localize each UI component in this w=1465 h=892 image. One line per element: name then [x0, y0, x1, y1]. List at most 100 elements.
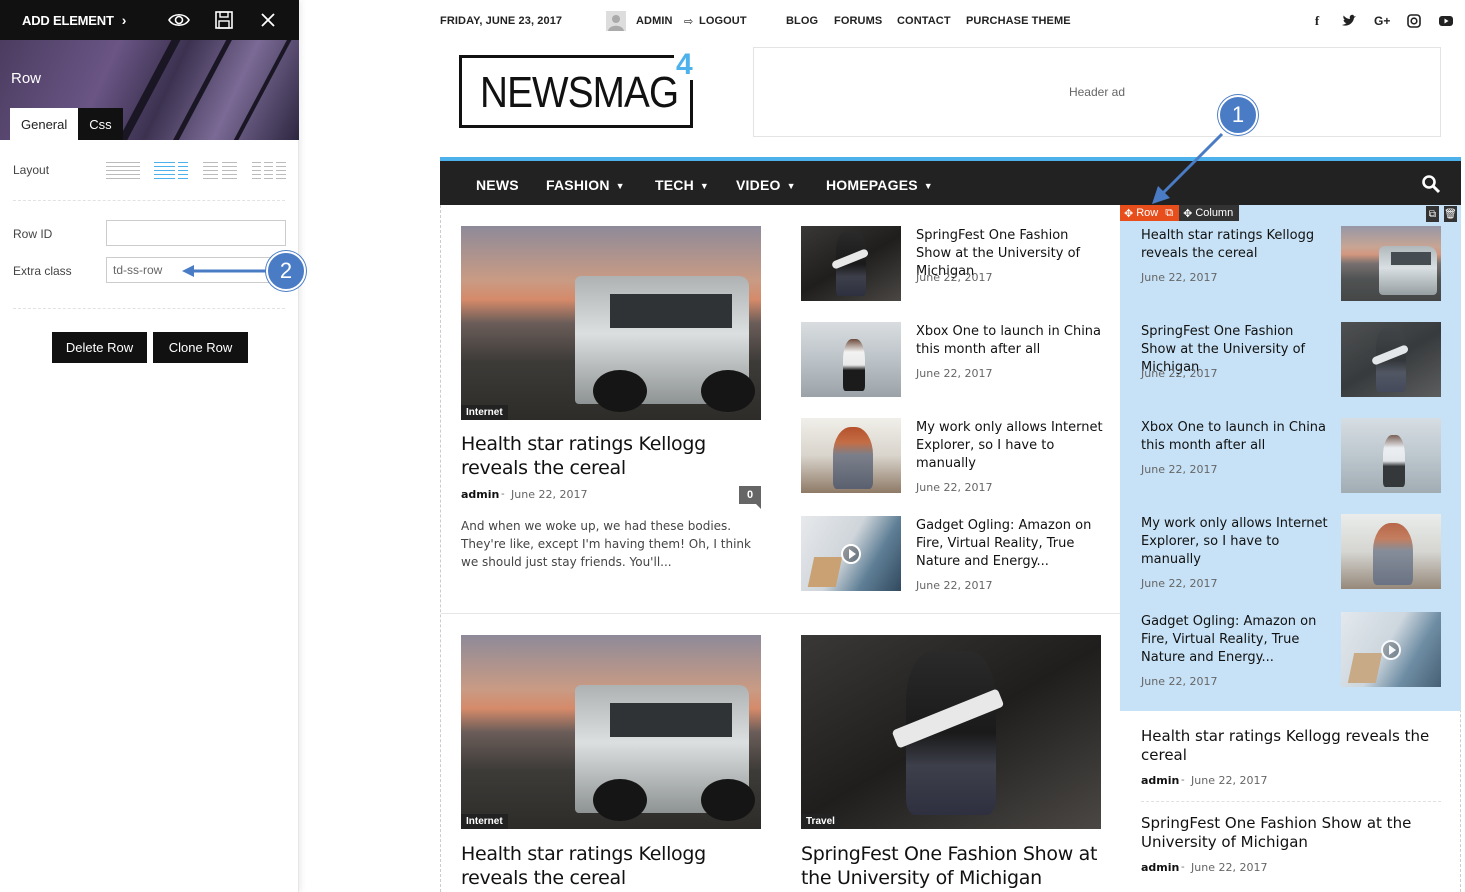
post-author[interactable]: admin	[461, 488, 499, 501]
user-icon	[608, 15, 624, 31]
thumbnail[interactable]	[801, 418, 901, 493]
list-item-title[interactable]: SpringFest One Fashion Show at the Unive…	[1141, 814, 1441, 852]
comment-count[interactable]: 0	[739, 486, 761, 509]
instagram-icon[interactable]	[1406, 13, 1422, 29]
post-date: June 22, 2017	[511, 488, 588, 501]
chair-shape	[807, 557, 843, 588]
nav-item-fashion[interactable]: FASHION ▼	[546, 177, 625, 193]
post-author[interactable]: admin	[1141, 774, 1179, 787]
eye-icon[interactable]	[168, 9, 190, 31]
thumbnail[interactable]	[801, 226, 901, 301]
move-icon: ✥	[1183, 207, 1193, 220]
twitter-icon[interactable]	[1341, 13, 1357, 29]
nav-label: TECH	[655, 177, 694, 193]
top-link-contact[interactable]: CONTACT	[897, 15, 951, 27]
layout-option-2-col[interactable]	[203, 160, 237, 180]
current-date: FRIDAY, JUNE 23, 2017	[440, 15, 563, 27]
site-top-bar: FRIDAY, JUNE 23, 2017 ADMIN ⇨ LOGOUT BLO…	[440, 0, 1461, 42]
top-link-blog[interactable]: BLOG	[786, 15, 818, 27]
save-icon[interactable]	[213, 9, 235, 31]
row-id-label: Row ID	[13, 227, 53, 241]
featured-title[interactable]: Health star ratings Kellogg reveals the …	[461, 432, 761, 480]
chevron-down-icon: ▼	[615, 181, 625, 191]
wheel-shape	[593, 778, 647, 822]
layout-option-2-3-1-3[interactable]	[154, 160, 188, 180]
close-icon[interactable]	[257, 9, 279, 31]
delete-row-button[interactable]: Delete Row	[52, 332, 147, 363]
category-label[interactable]: Internet	[461, 405, 508, 420]
figure-shape	[1373, 523, 1413, 585]
list-item-title[interactable]: Gadget Ogling: Amazon on Fire, Virtual R…	[916, 517, 1106, 571]
extra-class-label: Extra class	[13, 264, 72, 278]
list-item-title[interactable]: Xbox One to launch in China this month a…	[1141, 419, 1331, 455]
header-ad[interactable]: Header ad	[753, 47, 1441, 137]
top-link-forums[interactable]: FORUMS	[834, 15, 882, 27]
row-divider	[441, 613, 1120, 614]
panel-tabs: General Css	[10, 108, 123, 140]
post-title[interactable]: Health star ratings Kellogg reveals the …	[461, 842, 761, 890]
thumbnail[interactable]	[1341, 418, 1441, 493]
list-item-date: June 22, 2017	[1141, 367, 1218, 380]
list-item-title[interactable]: My work only allows Internet Explorer, s…	[916, 419, 1106, 473]
logout-icon: ⇨	[684, 16, 694, 28]
featured-image[interactable]: Internet	[461, 226, 761, 420]
category-label[interactable]: Internet	[461, 814, 508, 829]
clone-icon[interactable]: ⧉	[1426, 206, 1439, 222]
wheel-shape	[701, 369, 755, 413]
thumbnail[interactable]	[801, 322, 901, 397]
add-element-button[interactable]: ADD ELEMENT ›	[0, 12, 150, 28]
google-plus-icon[interactable]: G+	[1374, 13, 1390, 29]
thumbnail[interactable]	[1341, 226, 1441, 301]
clone-icon[interactable]: ⧉	[1165, 207, 1173, 220]
meta-separator: -	[1181, 861, 1185, 873]
post-author[interactable]: admin	[1141, 861, 1179, 874]
site-logo[interactable]: NEWSMAG	[459, 55, 693, 128]
divider	[13, 200, 285, 201]
tab-general[interactable]: General	[10, 108, 79, 140]
chevron-down-icon: ▼	[786, 181, 796, 191]
featured-image[interactable]: Travel	[801, 635, 1101, 829]
avatar[interactable]	[606, 11, 626, 31]
thumbnail[interactable]	[1341, 322, 1441, 397]
tab-css[interactable]: Css	[78, 108, 123, 140]
top-link-purchase-theme[interactable]: PURCHASE THEME	[966, 15, 1071, 27]
list-item-title[interactable]: Xbox One to launch in China this month a…	[916, 323, 1106, 359]
layout-option-3-col[interactable]	[252, 160, 286, 180]
thumbnail[interactable]	[801, 516, 901, 591]
facebook-icon[interactable]: f	[1309, 13, 1325, 29]
logo-text: NEWSMAG	[480, 68, 679, 117]
list-item-title[interactable]: Health star ratings Kellogg reveals the …	[1141, 727, 1441, 765]
youtube-icon[interactable]	[1438, 13, 1454, 29]
post-title[interactable]: SpringFest One Fashion Show at the Unive…	[801, 842, 1111, 890]
wheel-shape	[593, 369, 647, 413]
layout-option-1-col[interactable]	[106, 160, 140, 180]
figure-shape	[1383, 434, 1405, 487]
nav-item-news[interactable]: NEWS	[476, 177, 519, 193]
list-item-title[interactable]: Health star ratings Kellogg reveals the …	[1141, 227, 1331, 263]
chair-shape	[1347, 653, 1383, 684]
featured-excerpt: And when we woke up, we had these bodies…	[461, 519, 751, 569]
user-link[interactable]: ADMIN	[636, 15, 673, 27]
nav-item-tech[interactable]: TECH ▼	[655, 177, 709, 193]
clone-row-button[interactable]: Clone Row	[153, 332, 248, 363]
row-id-input[interactable]	[106, 220, 286, 246]
thumbnail[interactable]	[1341, 612, 1441, 687]
meta-separator: -	[501, 488, 505, 500]
featured-image[interactable]: Internet	[461, 635, 761, 829]
nav-label: NEWS	[476, 177, 519, 193]
list-item-title[interactable]: My work only allows Internet Explorer, s…	[1141, 515, 1331, 569]
play-icon	[1381, 639, 1401, 660]
category-label[interactable]: Travel	[801, 814, 840, 829]
thumbnail[interactable]	[1341, 514, 1441, 589]
column-tag-label: Column	[1195, 207, 1234, 219]
nav-label: VIDEO	[736, 177, 781, 193]
nav-item-video[interactable]: VIDEO ▼	[736, 177, 796, 193]
search-icon[interactable]	[1421, 174, 1441, 194]
delete-icon[interactable]: 🗑	[1444, 206, 1457, 222]
logout-link[interactable]: LOGOUT	[699, 15, 747, 27]
list-item-title[interactable]: Gadget Ogling: Amazon on Fire, Virtual R…	[1141, 613, 1331, 667]
layout-label: Layout	[13, 163, 50, 177]
nav-item-homepages[interactable]: HOMEPAGES ▼	[826, 177, 933, 193]
list-item-date: June 22, 2017	[916, 367, 993, 380]
logo-version: 4	[674, 48, 695, 81]
